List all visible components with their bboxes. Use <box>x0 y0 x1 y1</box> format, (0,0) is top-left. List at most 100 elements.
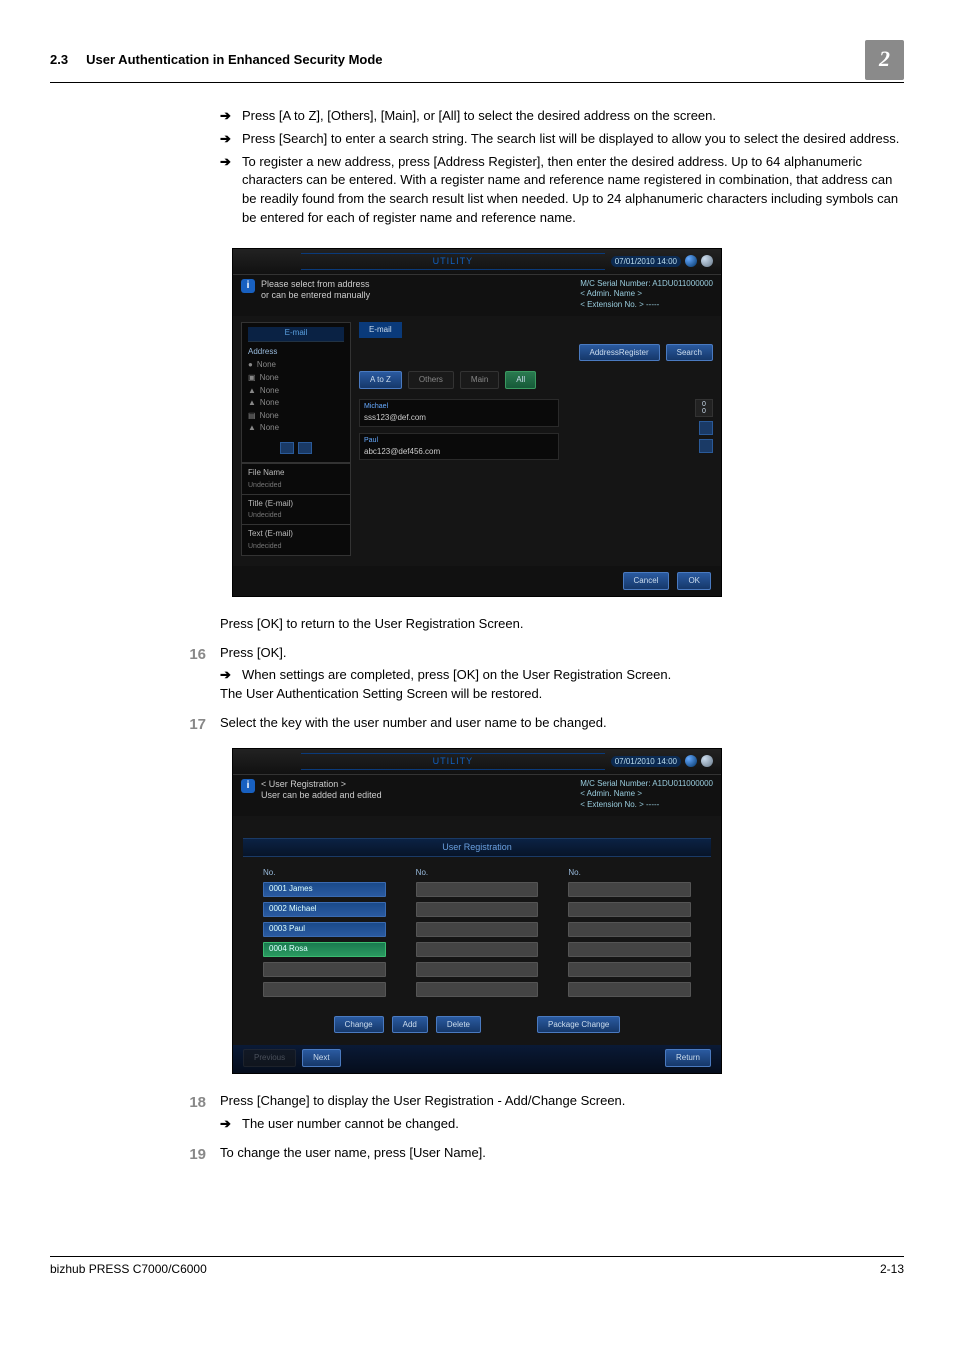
user-slot-empty[interactable] <box>568 922 691 937</box>
undecided-label: Undecided <box>248 512 281 519</box>
scroll-down-button[interactable] <box>699 439 713 453</box>
user-slot-empty[interactable] <box>416 902 539 917</box>
user-slot-empty[interactable] <box>568 942 691 957</box>
all-button[interactable]: All <box>505 371 536 389</box>
datetime-label: 07/01/2010 14:00 <box>611 756 681 768</box>
info-message: < User Registration > User can be added … <box>261 779 580 801</box>
user-slot-empty[interactable] <box>416 942 539 957</box>
info-message: Please select from address or can be ent… <box>261 279 580 301</box>
step-text: Press [Change] to display the User Regis… <box>220 1092 904 1111</box>
screenshot-address: UTILITY 07/01/2010 14:00 i Please select… <box>232 248 722 597</box>
return-button[interactable]: Return <box>665 1049 711 1067</box>
step-text: Select the key with the user number and … <box>220 714 904 733</box>
add-button[interactable]: Add <box>392 1016 428 1034</box>
user-slot[interactable]: 0002 Michael <box>263 902 386 917</box>
entry-address: sss123@def.com <box>364 412 554 424</box>
serial-box: M/C Serial Number: A1DU011000000 < Admin… <box>580 779 713 810</box>
registration-title: User Registration <box>243 838 711 857</box>
arrow-icon: ➔ <box>220 153 242 228</box>
user-slot-empty[interactable] <box>263 982 386 997</box>
undecided-label: Undecided <box>248 543 281 550</box>
serial-line: M/C Serial Number: A1DU011000000 <box>580 779 713 789</box>
user-slot-empty[interactable] <box>416 982 539 997</box>
atoz-button[interactable]: A to Z <box>359 371 402 389</box>
chapter-number: 2 <box>865 40 904 80</box>
user-slot-empty[interactable] <box>568 962 691 977</box>
entry-name: Paul <box>364 436 554 446</box>
arrow-icon: ➔ <box>220 666 242 685</box>
help-icon[interactable] <box>685 755 697 767</box>
address-none: ▣None <box>248 372 344 384</box>
ok-button[interactable]: OK <box>677 572 711 590</box>
package-change-button[interactable]: Package Change <box>537 1016 620 1034</box>
serial-line: M/C Serial Number: A1DU011000000 <box>580 279 713 289</box>
address-register-button[interactable]: AddressRegister <box>579 344 660 362</box>
user-slot-empty[interactable] <box>568 982 691 997</box>
caption-text: Press [OK] to return to the User Registr… <box>220 615 904 634</box>
email-tab[interactable]: E-mail <box>359 322 402 338</box>
search-button[interactable]: Search <box>666 344 713 362</box>
bullet-list: ➔ Press [A to Z], [Others], [Main], or [… <box>220 107 904 228</box>
file-name-label: File Name <box>248 468 284 477</box>
title-email-label: Title (E-mail) <box>248 499 293 508</box>
footer-right: 2-13 <box>880 1261 904 1278</box>
bullet-text: To register a new address, press [Addres… <box>242 153 904 228</box>
user-slot-empty[interactable] <box>416 882 539 897</box>
down-arrow-button[interactable] <box>298 442 312 454</box>
column-header: No. <box>568 867 691 879</box>
step-number: 17 <box>50 714 220 736</box>
step-number: 19 <box>50 1144 220 1166</box>
page-footer: bizhub PRESS C7000/C6000 2-13 <box>50 1256 904 1278</box>
email-entry[interactable]: Michael sss123@def.com <box>359 399 559 427</box>
email-entry[interactable]: Paul abc123@def456.com <box>359 433 559 461</box>
step-text: To change the user name, press [User Nam… <box>220 1144 904 1163</box>
bullet-text: Press [Search] to enter a search string.… <box>242 130 904 149</box>
panel-icon[interactable] <box>701 255 713 267</box>
section-title: User Authentication in Enhanced Security… <box>86 52 382 67</box>
user-slot-empty[interactable] <box>568 902 691 917</box>
serial-line: < Admin. Name > <box>580 789 713 799</box>
next-button[interactable]: Next <box>302 1049 340 1067</box>
user-slot-empty[interactable] <box>568 882 691 897</box>
info-icon: i <box>241 279 255 293</box>
serial-line: < Extension No. > ----- <box>580 300 713 310</box>
left-meta: File Name Undecided Title (E-mail) Undecid… <box>241 463 351 556</box>
left-tab[interactable]: E-mail <box>248 327 344 342</box>
address-none: ▤None <box>248 410 344 422</box>
step-subtext: When settings are completed, press [OK] … <box>242 666 671 685</box>
previous-button[interactable]: Previous <box>243 1049 296 1067</box>
change-button[interactable]: Change <box>334 1016 384 1034</box>
help-icon[interactable] <box>685 255 697 267</box>
datetime-label: 07/01/2010 14:00 <box>611 256 681 268</box>
panel-icon[interactable] <box>701 755 713 767</box>
step-text: The User Authentication Setting Screen w… <box>220 685 904 704</box>
address-none: ▲None <box>248 397 344 409</box>
column-header: No. <box>263 867 386 879</box>
others-button[interactable]: Others <box>408 371 454 389</box>
scroll-up-button[interactable] <box>699 421 713 435</box>
user-slot-empty[interactable] <box>416 922 539 937</box>
arrow-icon: ➔ <box>220 130 242 149</box>
utility-title: UTILITY <box>301 753 605 770</box>
user-slot[interactable]: 0001 James <box>263 882 386 897</box>
arrow-icon: ➔ <box>220 107 242 126</box>
user-slot-selected[interactable]: 0004 Rosa <box>263 942 386 957</box>
up-arrow-button[interactable] <box>280 442 294 454</box>
section-number: 2.3 <box>50 52 68 67</box>
delete-button[interactable]: Delete <box>436 1016 481 1034</box>
serial-box: M/C Serial Number: A1DU011000000 < Admin… <box>580 279 713 310</box>
cancel-button[interactable]: Cancel <box>623 572 670 590</box>
bullet-text: Press [A to Z], [Others], [Main], or [Al… <box>242 107 904 126</box>
user-slot[interactable]: 0003 Paul <box>263 922 386 937</box>
entry-name: Michael <box>364 402 554 412</box>
utility-title: UTILITY <box>301 253 605 270</box>
text-email-label: Text (E-mail) <box>248 529 293 538</box>
user-slot-empty[interactable] <box>263 962 386 977</box>
user-slot-empty[interactable] <box>416 962 539 977</box>
address-none: ▲None <box>248 385 344 397</box>
main-button[interactable]: Main <box>460 371 499 389</box>
screenshot-registration: UTILITY 07/01/2010 14:00 i < User Regist… <box>232 748 722 1074</box>
address-none: ●None <box>248 359 344 371</box>
step-number: 16 <box>50 644 220 705</box>
entry-address: abc123@def456.com <box>364 446 554 458</box>
